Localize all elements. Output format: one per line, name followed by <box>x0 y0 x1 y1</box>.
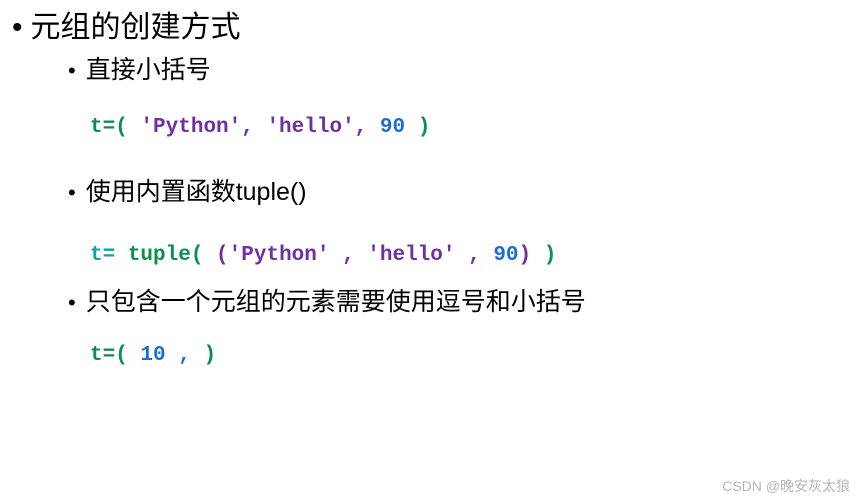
subitem-single-element: • 只包含一个元组的元素需要使用逗号和小括号 <box>68 285 860 320</box>
subitem-tuple-fn: • 使用内置函数tuple() <box>68 175 860 210</box>
subitem-text: 只包含一个元组的元素需要使用逗号和小括号 <box>86 285 586 320</box>
code-assign: t= <box>90 344 115 367</box>
bullet-dot: • <box>68 179 76 208</box>
code-number: 90 <box>380 116 418 139</box>
code-outer-paren-close: ) <box>544 244 557 267</box>
code-number: 90 <box>493 244 518 267</box>
code-outer-paren-open: ( <box>191 244 204 267</box>
bullet-dot: • <box>68 289 76 318</box>
code-assign: t= <box>90 244 128 267</box>
heading-text: 元组的创建方式 <box>31 8 241 47</box>
code-fn-name: tuple <box>128 244 191 267</box>
heading-tuple-creation: • 元组的创建方式 <box>12 8 860 47</box>
code-string-items: 'Python', 'hello', <box>128 116 380 139</box>
bullet-dot: • <box>12 10 23 46</box>
bullet-dot: • <box>68 57 76 86</box>
subitem-text: 直接小括号 <box>86 53 211 88</box>
code-assign: t= <box>90 116 115 139</box>
subitem-text: 使用内置函数tuple() <box>86 175 307 210</box>
code-paren-open: ( <box>115 116 128 139</box>
code-paren-close: ) <box>418 116 431 139</box>
subitem-parentheses: • 直接小括号 <box>68 53 860 88</box>
code-example-tuple-fn: t= tuple( ('Python' , 'hello' , 90) ) <box>90 244 860 267</box>
code-string-items: 'Python' , 'hello' , <box>229 244 494 267</box>
code-number: 10 , <box>128 344 204 367</box>
code-paren-open: ( <box>115 344 128 367</box>
code-example-direct-parens: t=( 'Python', 'hello', 90 ) <box>90 116 860 139</box>
code-inner-paren-close: ) <box>519 244 544 267</box>
code-example-single-element: t=( 10 , ) <box>90 344 860 367</box>
code-paren-close: ) <box>203 344 216 367</box>
watermark-text: CSDN @晚安灰太狼 <box>722 476 850 496</box>
code-inner-paren-open: ( <box>203 244 228 267</box>
